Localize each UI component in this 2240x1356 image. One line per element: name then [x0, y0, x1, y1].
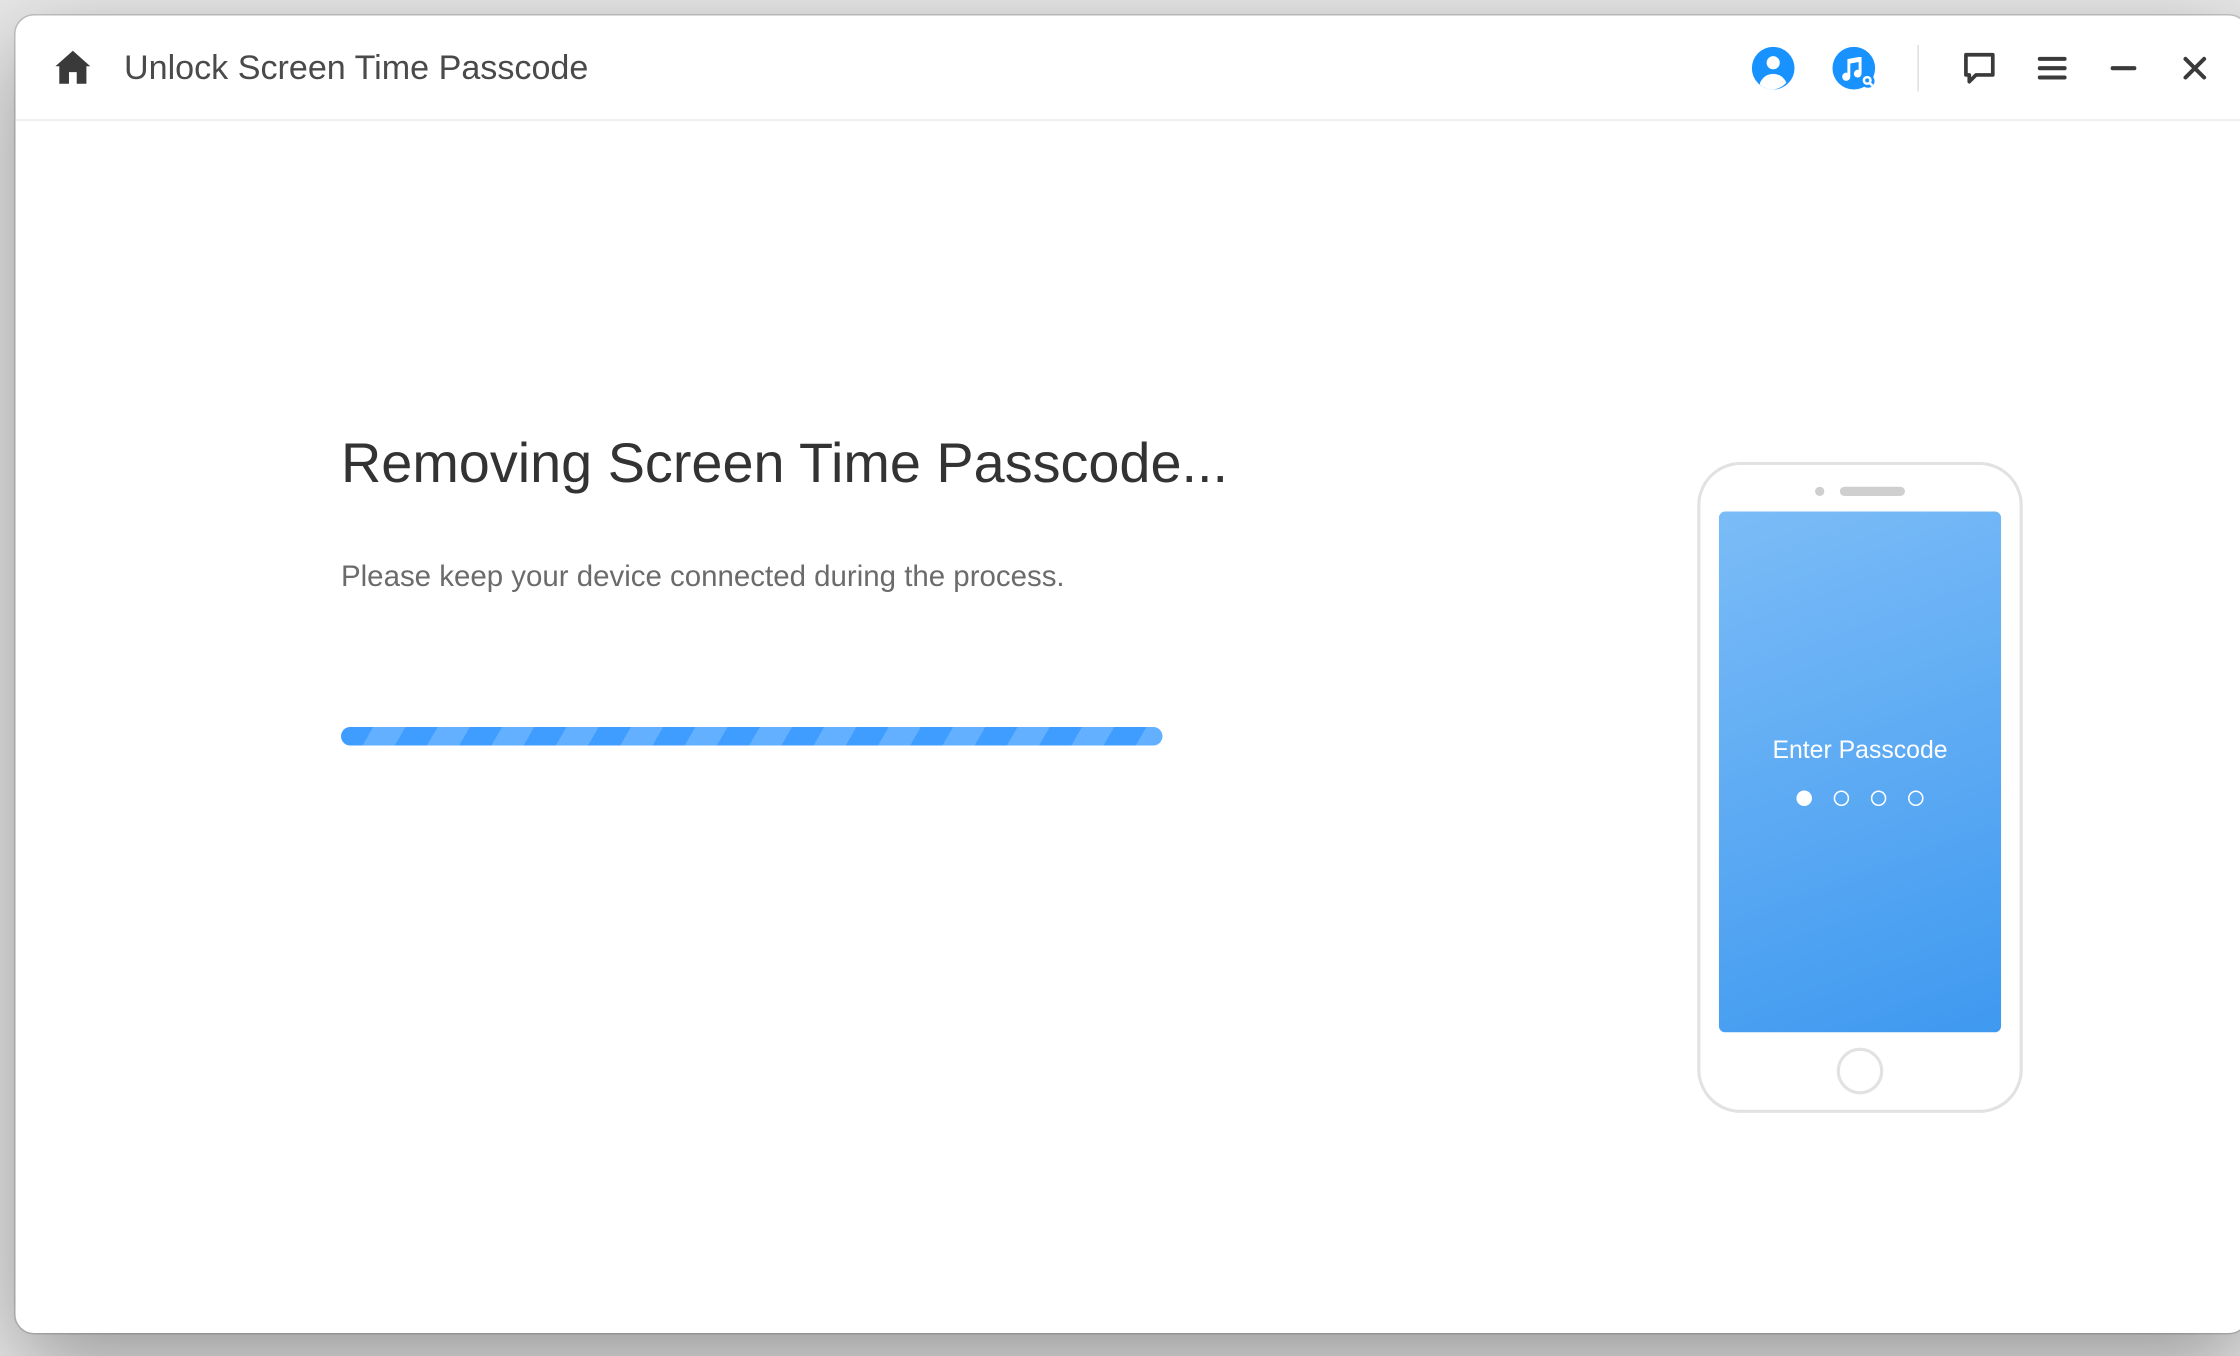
status-subtext: Please keep your device connected during… — [341, 561, 1566, 595]
passcode-dots — [1796, 791, 1923, 807]
phone-screen: Enter Passcode — [1719, 511, 2001, 1032]
close-button[interactable] — [2176, 49, 2213, 86]
phone-illustration-wrap: Enter Passcode — [1659, 431, 2062, 1113]
app-window: Unlock Screen Time Passcode — [16, 16, 2240, 1334]
titlebar: Unlock Screen Time Passcode — [16, 16, 2240, 121]
music-button[interactable] — [1831, 44, 1878, 90]
passcode-dot-icon — [1908, 791, 1924, 807]
phone-top — [1815, 487, 1905, 496]
passcode-dot-icon — [1796, 791, 1812, 807]
minimize-icon — [2105, 49, 2142, 86]
titlebar-actions — [1750, 44, 2213, 90]
phone-home-button-icon — [1837, 1048, 1884, 1095]
account-button[interactable] — [1750, 44, 1797, 90]
divider — [1917, 44, 1919, 90]
passcode-dot-icon — [1871, 791, 1887, 807]
minimize-button[interactable] — [2105, 49, 2142, 86]
phone-illustration: Enter Passcode — [1697, 462, 2022, 1113]
passcode-dot-icon — [1834, 791, 1850, 807]
feedback-button[interactable] — [1959, 47, 1999, 87]
phone-screen-label: Enter Passcode — [1772, 738, 1947, 766]
hamburger-icon — [2034, 49, 2071, 86]
home-icon — [50, 44, 97, 90]
menu-button[interactable] — [2034, 49, 2071, 86]
chat-icon — [1959, 47, 1999, 87]
phone-camera-dot — [1815, 487, 1824, 496]
phone-speaker — [1840, 487, 1905, 496]
status-heading: Removing Screen Time Passcode... — [341, 431, 1566, 496]
main-content: Removing Screen Time Passcode... Please … — [16, 121, 2240, 1333]
home-button[interactable] — [50, 44, 97, 90]
progress-bar — [341, 727, 1163, 746]
close-icon — [2176, 49, 2213, 86]
music-search-icon — [1831, 44, 1878, 90]
user-icon — [1750, 44, 1797, 90]
page-title: Unlock Screen Time Passcode — [124, 47, 588, 87]
status-panel: Removing Screen Time Passcode... Please … — [140, 431, 1659, 746]
